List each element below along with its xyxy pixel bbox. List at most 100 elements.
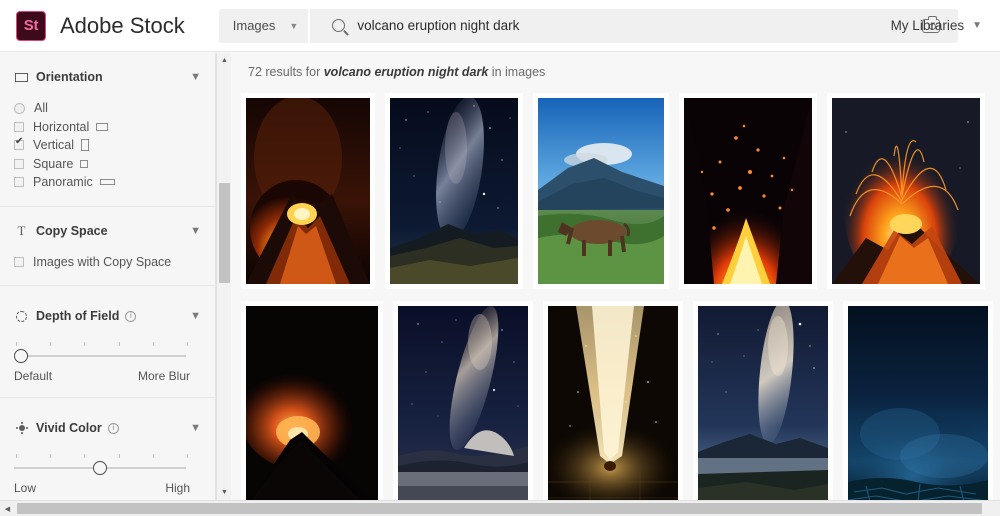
result-card[interactable] bbox=[241, 93, 375, 289]
slider-min-label: Default bbox=[14, 369, 53, 383]
result-card[interactable] bbox=[843, 301, 993, 500]
search-input[interactable] bbox=[357, 18, 838, 33]
chevron-down-icon[interactable]: ▼ bbox=[190, 225, 201, 237]
info-icon[interactable]: i bbox=[125, 310, 137, 322]
filter-section-depth-of-field: Depth of Field i ▼ Default More Blur bbox=[0, 286, 215, 398]
filter-title-depth-of-field: Depth of Field bbox=[36, 309, 120, 323]
filter-header-depth-of-field[interactable]: Depth of Field i ▼ bbox=[0, 304, 215, 328]
result-thumbnail[interactable] bbox=[538, 98, 664, 284]
checkbox-icon[interactable] bbox=[14, 256, 24, 267]
checkbox-icon-checked[interactable] bbox=[14, 137, 24, 151]
checkbox-icon[interactable] bbox=[14, 177, 24, 188]
result-thumbnail[interactable] bbox=[848, 306, 988, 500]
result-thumbnail[interactable] bbox=[398, 306, 528, 500]
result-card[interactable] bbox=[393, 301, 533, 500]
slider-max-label: More Blur bbox=[137, 369, 190, 383]
result-thumbnail[interactable] bbox=[246, 306, 378, 500]
search-results-panel: 72 results for volcano eruption night da… bbox=[232, 53, 1000, 500]
slider-labels: Low High bbox=[14, 481, 190, 495]
slider-knob-vivid-color[interactable] bbox=[93, 461, 107, 475]
result-thumbnail[interactable] bbox=[684, 98, 812, 284]
scroll-up-arrow-icon[interactable]: ▲ bbox=[217, 53, 232, 68]
chevron-down-icon[interactable]: ▼ bbox=[190, 310, 201, 322]
result-thumbnail[interactable] bbox=[832, 98, 980, 284]
orientation-option-all[interactable]: All bbox=[0, 99, 215, 118]
result-thumbnail[interactable] bbox=[246, 98, 370, 284]
filter-title-vivid-color: Vivid Color bbox=[36, 421, 102, 435]
option-label: Horizontal bbox=[33, 119, 90, 134]
filter-header-copy-space[interactable]: T Copy Space ▼ bbox=[0, 219, 215, 243]
slider-track[interactable] bbox=[14, 461, 186, 475]
result-card[interactable] bbox=[679, 93, 817, 289]
chevron-down-icon: ▼ bbox=[972, 20, 982, 31]
result-thumbnail[interactable] bbox=[698, 306, 828, 500]
result-card[interactable] bbox=[241, 301, 383, 500]
horizontal-shape-icon bbox=[96, 122, 109, 131]
panoramic-shape-icon bbox=[99, 179, 115, 186]
slider-min-label: Low bbox=[14, 481, 37, 495]
filter-section-vivid-color: Vivid Color i ▼ Low High bbox=[0, 398, 215, 500]
search-icon bbox=[332, 19, 346, 32]
slider-max-label: High bbox=[165, 481, 190, 495]
slider-track[interactable] bbox=[14, 349, 186, 363]
radio-icon[interactable] bbox=[14, 102, 25, 114]
search-category-dropdown[interactable]: Images ▼ bbox=[218, 8, 309, 43]
depth-of-field-slider: Default More Blur bbox=[0, 342, 215, 383]
my-libraries-label: My Libraries bbox=[890, 18, 965, 33]
option-label: All bbox=[34, 101, 48, 116]
copy-space-option-images-with-copy-space[interactable]: Images with Copy Space bbox=[0, 253, 215, 272]
slider-labels: Default More Blur bbox=[14, 369, 190, 383]
sidebar-scrollbar-thumb[interactable] bbox=[219, 183, 230, 283]
horizontal-scrollbar-thumb[interactable] bbox=[17, 503, 982, 514]
result-thumbnail[interactable] bbox=[390, 98, 518, 284]
text-t-icon: T bbox=[17, 222, 26, 238]
filter-header-vivid-color[interactable]: Vivid Color i ▼ bbox=[0, 416, 215, 440]
scroll-down-arrow-icon[interactable]: ▼ bbox=[217, 485, 232, 500]
option-label: Panoramic bbox=[33, 175, 93, 190]
results-query: volcano eruption night dark bbox=[323, 65, 489, 79]
filter-section-copy-space: T Copy Space ▼ Images with Copy Space bbox=[0, 207, 215, 286]
result-card[interactable] bbox=[693, 301, 833, 500]
orientation-option-vertical[interactable]: Vertical bbox=[0, 136, 215, 155]
orientation-option-horizontal[interactable]: Horizontal bbox=[0, 118, 215, 137]
chevron-down-icon[interactable]: ▼ bbox=[190, 422, 201, 434]
filter-header-orientation[interactable]: Orientation ▼ bbox=[0, 65, 215, 89]
results-row bbox=[241, 301, 1000, 500]
orientation-option-panoramic[interactable]: Panoramic bbox=[0, 173, 215, 192]
option-label: Vertical bbox=[33, 138, 74, 153]
adobe-stock-logo[interactable]: St Adobe Stock bbox=[16, 10, 185, 41]
checkbox-icon[interactable] bbox=[14, 121, 24, 132]
copy-space-options: Images with Copy Space bbox=[0, 253, 215, 272]
orientation-option-square[interactable]: Square bbox=[0, 155, 215, 174]
info-icon[interactable]: i bbox=[107, 422, 119, 434]
scroll-left-arrow-icon[interactable]: ◀ bbox=[0, 501, 15, 516]
orientation-options: All Horizontal Vertical Square bbox=[0, 99, 215, 192]
filters-sidebar: Orientation ▼ All Horizontal Vertical bbox=[0, 53, 216, 500]
result-card[interactable] bbox=[543, 301, 683, 500]
my-libraries-menu[interactable]: My Libraries ▼ bbox=[891, 18, 982, 33]
checkbox-icon[interactable] bbox=[14, 158, 24, 169]
aperture-icon bbox=[14, 310, 29, 322]
adobe-stock-search-page: St Adobe Stock Images ▼ My Libraries ▼ bbox=[0, 0, 1000, 516]
search-bar: Images ▼ bbox=[218, 8, 959, 43]
results-count: 72 results for volcano eruption night da… bbox=[232, 53, 1000, 79]
filter-title-orientation: Orientation bbox=[36, 70, 103, 84]
search-category-label: Images bbox=[232, 18, 276, 33]
results-count-suffix: in images bbox=[488, 65, 546, 79]
page-horizontal-scrollbar[interactable]: ◀ bbox=[0, 500, 1000, 516]
search-field-wrapper bbox=[310, 8, 959, 43]
results-row bbox=[241, 93, 1000, 289]
result-card[interactable] bbox=[827, 93, 985, 289]
sidebar-scrollbar[interactable]: ▲ ▼ bbox=[216, 53, 231, 500]
vertical-shape-icon bbox=[81, 139, 89, 152]
results-grid bbox=[232, 79, 1000, 500]
option-label: Images with Copy Space bbox=[33, 254, 172, 269]
result-thumbnail[interactable] bbox=[548, 306, 678, 500]
result-card[interactable] bbox=[533, 93, 669, 289]
slider-knob-depth-of-field[interactable] bbox=[14, 349, 28, 363]
adobe-stock-wordmark: Adobe Stock bbox=[60, 12, 185, 38]
chevron-down-icon[interactable]: ▼ bbox=[190, 71, 201, 83]
sun-brightness-icon bbox=[14, 425, 29, 431]
square-shape-icon bbox=[80, 159, 89, 168]
result-card[interactable] bbox=[385, 93, 523, 289]
